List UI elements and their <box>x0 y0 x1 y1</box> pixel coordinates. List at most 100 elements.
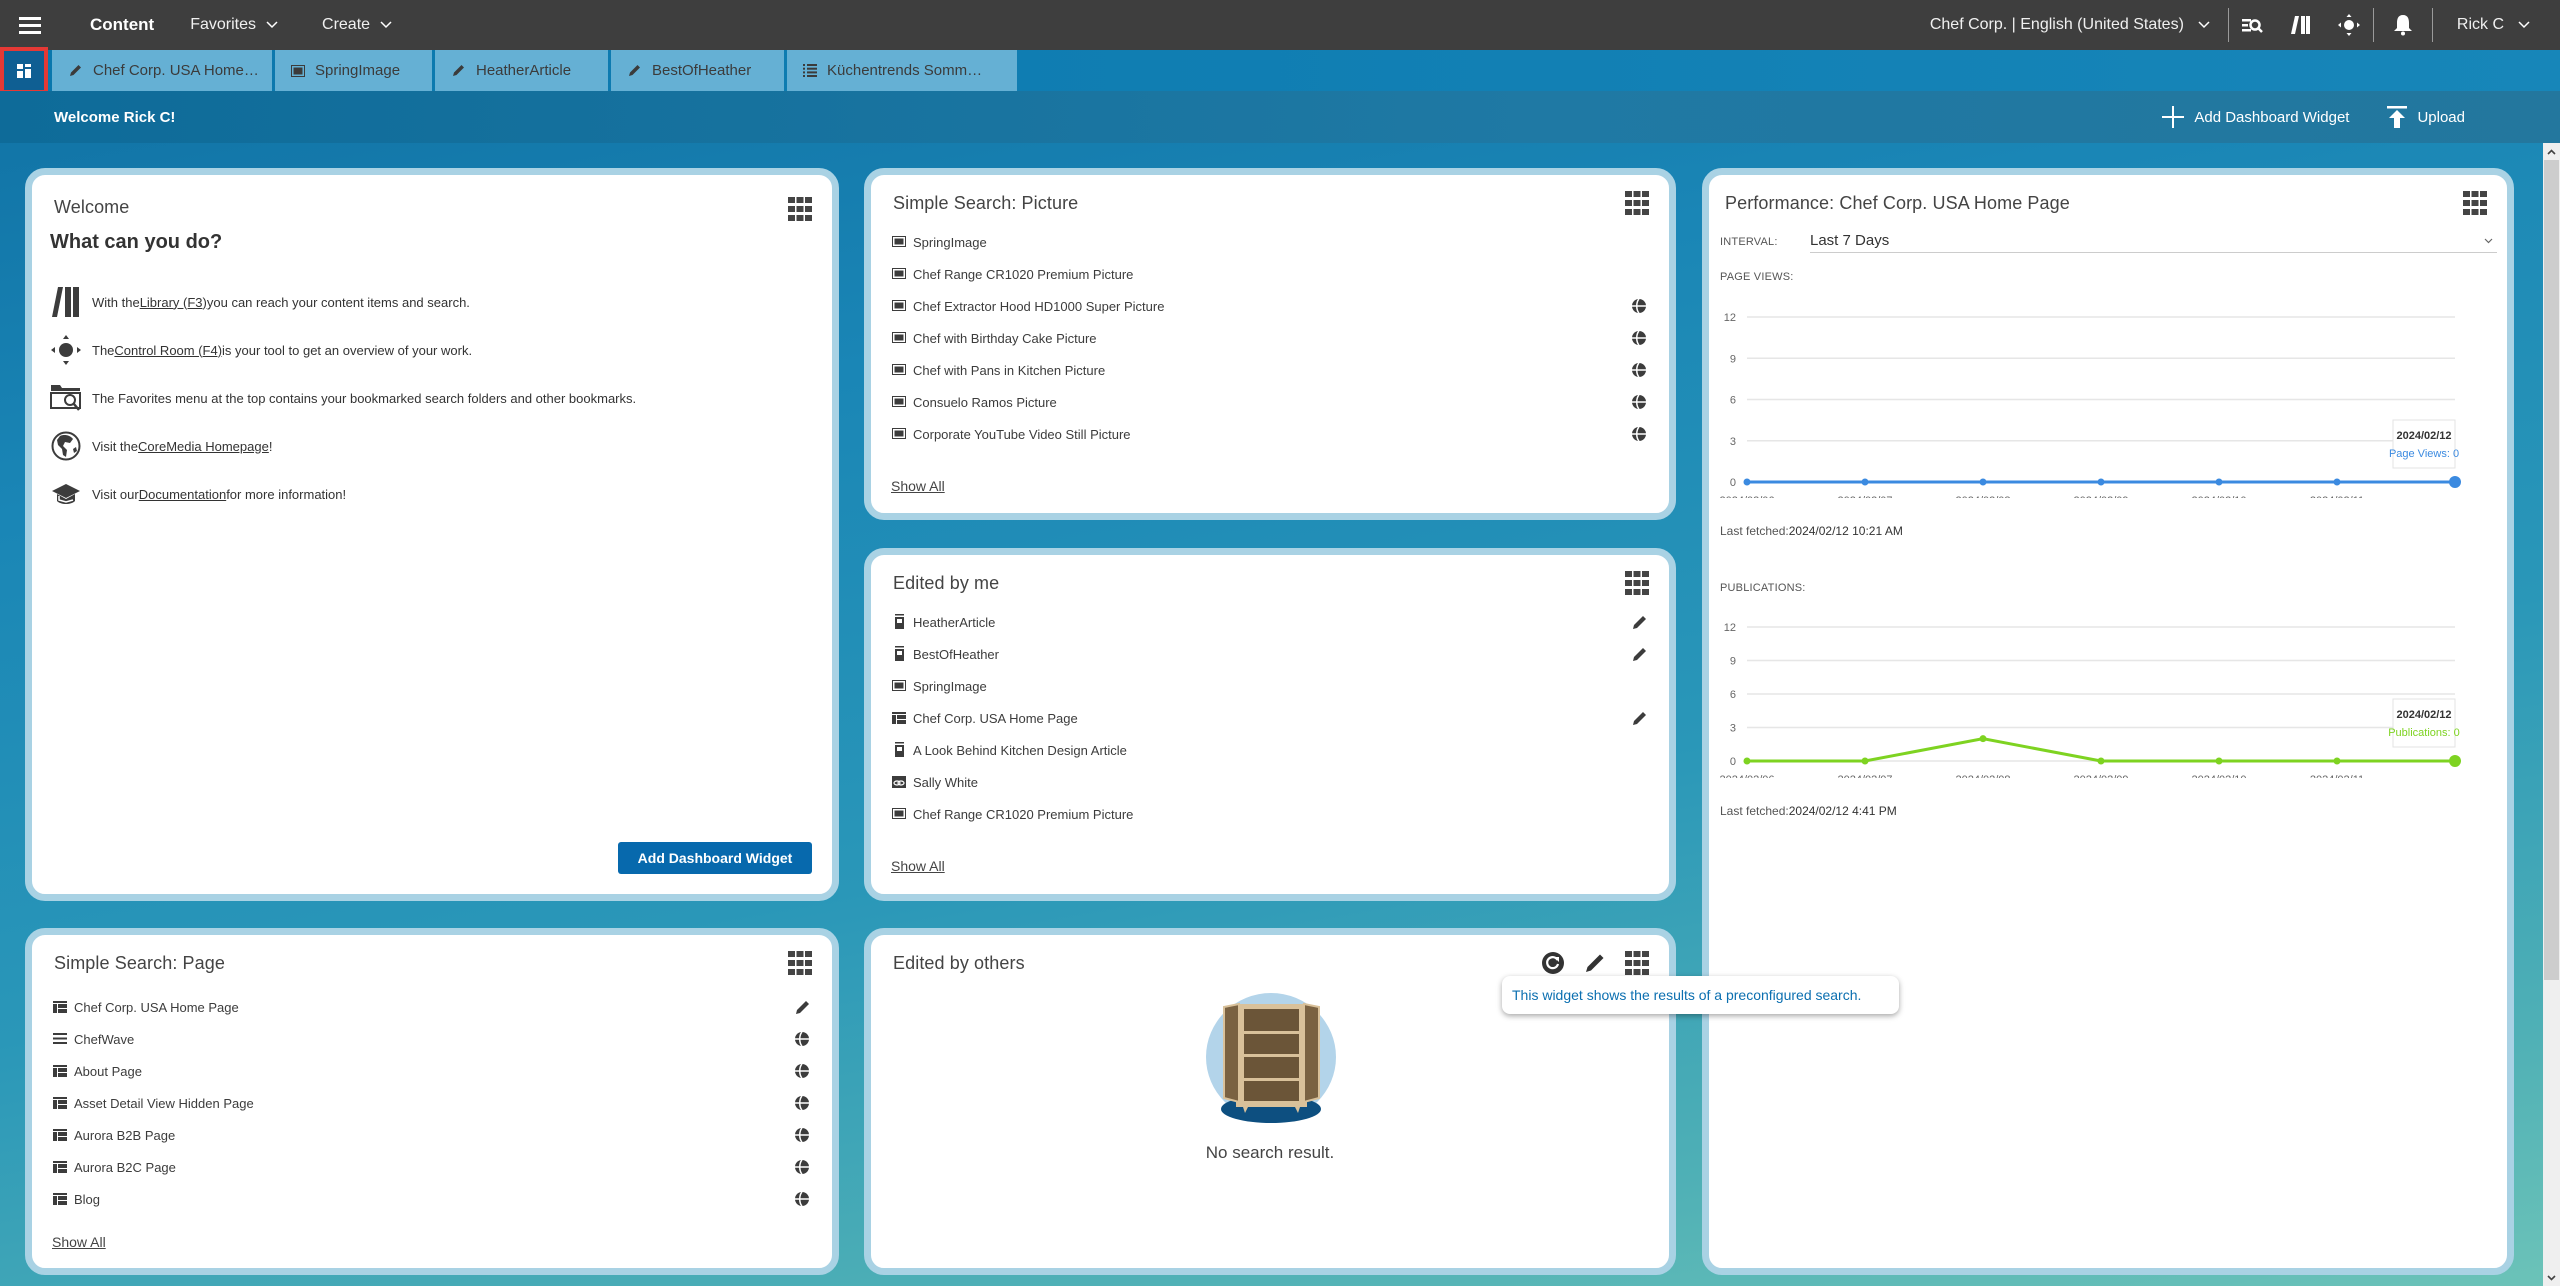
show-all-link[interactable]: Show All <box>891 858 945 874</box>
list-item[interactable]: SpringImage <box>891 226 1649 258</box>
data-point <box>2215 757 2223 765</box>
list-item[interactable]: ChefWave <box>52 1023 812 1055</box>
documentation-link[interactable]: Documentation <box>139 487 226 502</box>
widget-menu-button[interactable] <box>1625 571 1649 595</box>
publications-chart: 0 3 6 9 12 2024/02/06 2024/02/07 2024/02/08 2024… <box>1719 622 2461 778</box>
picture-icon <box>892 396 906 407</box>
item-name: Chef Extractor Hood HD1000 Super Picture <box>913 298 1165 314</box>
interval-select[interactable]: Last 7 Days <box>1810 229 2497 253</box>
list-item[interactable]: Sally White <box>891 766 1649 798</box>
list-item[interactable]: Chef with Birthday Cake Picture <box>891 322 1649 354</box>
tab-document[interactable]: BestOfHeather <box>611 50 784 91</box>
vertical-scrollbar[interactable] <box>2543 143 2560 1286</box>
chevron-down-icon <box>380 21 392 29</box>
list-item[interactable]: Asset Detail View Hidden Page <box>52 1087 812 1119</box>
widget-menu-button[interactable] <box>1625 951 1649 975</box>
last-fetched-value: 2024/02/12 4:41 PM <box>1788 804 1897 818</box>
status-indicator <box>1629 394 1649 410</box>
show-all-link[interactable]: Show All <box>52 1234 106 1250</box>
welcome-widget: Welcome What can you do? With the Librar… <box>25 168 839 901</box>
widget-menu-button[interactable] <box>788 951 812 975</box>
notifications-button[interactable] <box>2374 0 2432 50</box>
welcome-text: for more information! <box>226 486 347 502</box>
tab-dashboard[interactable] <box>0 47 48 94</box>
result-list: SpringImage Chef Range CR1020 Premium Pic… <box>891 226 1649 450</box>
user-menu[interactable]: Rick C <box>2433 16 2560 34</box>
edited-by-me-widget: Edited by me HeatherArticle BestOfHeather… <box>864 548 1676 901</box>
list-item[interactable]: Chef Extractor Hood HD1000 Super Picture <box>891 290 1649 322</box>
favorites-menu[interactable]: Favorites <box>190 16 278 34</box>
upload-button[interactable]: Upload <box>2387 106 2465 128</box>
list-item[interactable]: Corporate YouTube Video Still Picture <box>891 418 1649 450</box>
refresh-button[interactable] <box>1541 951 1565 975</box>
add-dashboard-widget-button[interactable]: Add Dashboard Widget <box>2162 106 2349 128</box>
library-icon <box>2290 16 2310 34</box>
scroll-up-button[interactable] <box>2543 143 2560 160</box>
list-item[interactable]: Consuelo Ramos Picture <box>891 386 1649 418</box>
list-item[interactable]: Chef Corp. USA Home Page <box>52 991 812 1023</box>
y-tick-label: 9 <box>1730 353 1736 365</box>
list-item[interactable]: SpringImage <box>891 670 1649 702</box>
add-dashboard-widget-button[interactable]: Add Dashboard Widget <box>618 842 812 874</box>
edit-widget-button[interactable] <box>1583 951 1607 975</box>
list-item[interactable]: Chef Range CR1020 Premium Picture <box>891 258 1649 290</box>
tab-label: Küchentrends Somm… <box>827 62 983 79</box>
last-fetched-value: 2024/02/12 10:21 AM <box>1788 524 1903 538</box>
list-item[interactable]: Aurora B2B Page <box>52 1119 812 1151</box>
tab-document[interactable]: Chef Corp. USA Home… <box>52 50 272 91</box>
notifications-bell-icon <box>2393 15 2412 36</box>
list-item[interactable]: A Look Behind Kitchen Design Article <box>891 734 1649 766</box>
status-indicator <box>792 1095 812 1111</box>
item-name: HeatherArticle <box>913 614 996 630</box>
list-item[interactable]: Chef with Pans in Kitchen Picture <box>891 354 1649 386</box>
scrollbar-thumb[interactable] <box>2544 160 2559 980</box>
x-tick-label: 2024/02/09 <box>2073 774 2128 778</box>
chevron-down-icon <box>2198 21 2210 29</box>
welcome-text: is your tool to get an overview of your … <box>222 342 473 358</box>
tab-label: BestOfHeather <box>652 62 752 79</box>
list-icon <box>803 64 817 77</box>
y-tick-label: 12 <box>1724 622 1736 634</box>
list-item[interactable]: HeatherArticle <box>891 606 1649 638</box>
data-point <box>2449 755 2461 767</box>
pencil-icon <box>1633 616 1646 629</box>
list-item[interactable]: Aurora B2C Page <box>52 1151 812 1183</box>
coremedia-homepage-link[interactable]: CoreMedia Homepage <box>138 439 269 454</box>
create-menu[interactable]: Create <box>322 16 392 34</box>
control-room-link[interactable]: Control Room (F4) <box>114 343 222 358</box>
widget-title: Edited by me <box>893 573 1000 593</box>
tab-document[interactable]: Küchentrends Somm… <box>787 50 1017 91</box>
tab-document[interactable]: SpringImage <box>275 50 432 91</box>
search-list-button[interactable] <box>2229 0 2277 50</box>
refresh-icon <box>1542 952 1564 974</box>
x-tick-label: 2024/02/10 <box>2191 495 2246 498</box>
chart-tooltip-date: 2024/02/12 <box>2396 430 2451 442</box>
site-locale-selector[interactable]: Chef Corp. | English (United States) <box>1930 16 2228 34</box>
grid-menu-icon <box>2463 191 2487 215</box>
scroll-down-button[interactable] <box>2543 1269 2560 1286</box>
item-name: Chef Range CR1020 Premium Picture <box>913 266 1134 282</box>
list-item[interactable]: Blog <box>52 1183 812 1215</box>
content-type-icon <box>891 266 907 282</box>
list-item[interactable]: BestOfHeather <box>891 638 1649 670</box>
tab-document[interactable]: HeatherArticle <box>435 50 608 91</box>
data-point <box>1861 478 1869 486</box>
show-all-link[interactable]: Show All <box>891 478 945 494</box>
control-room-button[interactable] <box>2325 0 2373 50</box>
list-item[interactable]: About Page <box>52 1055 812 1087</box>
widget-menu-button[interactable] <box>788 197 812 221</box>
item-name: Corporate YouTube Video Still Picture <box>913 426 1131 442</box>
y-tick-label: 6 <box>1730 689 1736 701</box>
main-menu-button[interactable] <box>0 0 60 50</box>
picture-icon <box>892 332 906 343</box>
status-indicator <box>792 999 812 1015</box>
item-name: Consuelo Ramos Picture <box>913 394 1057 410</box>
library-link[interactable]: Library (F3) <box>140 295 207 310</box>
list-item[interactable]: Chef Corp. USA Home Page <box>891 702 1649 734</box>
list-item[interactable]: Chef Range CR1020 Premium Picture <box>891 798 1649 830</box>
publications-label: PUBLICATIONS: <box>1720 582 1806 594</box>
widget-menu-button[interactable] <box>1625 191 1649 215</box>
widget-menu-button[interactable] <box>2463 191 2487 215</box>
library-button[interactable] <box>2277 0 2325 50</box>
item-name: SpringImage <box>913 678 987 694</box>
